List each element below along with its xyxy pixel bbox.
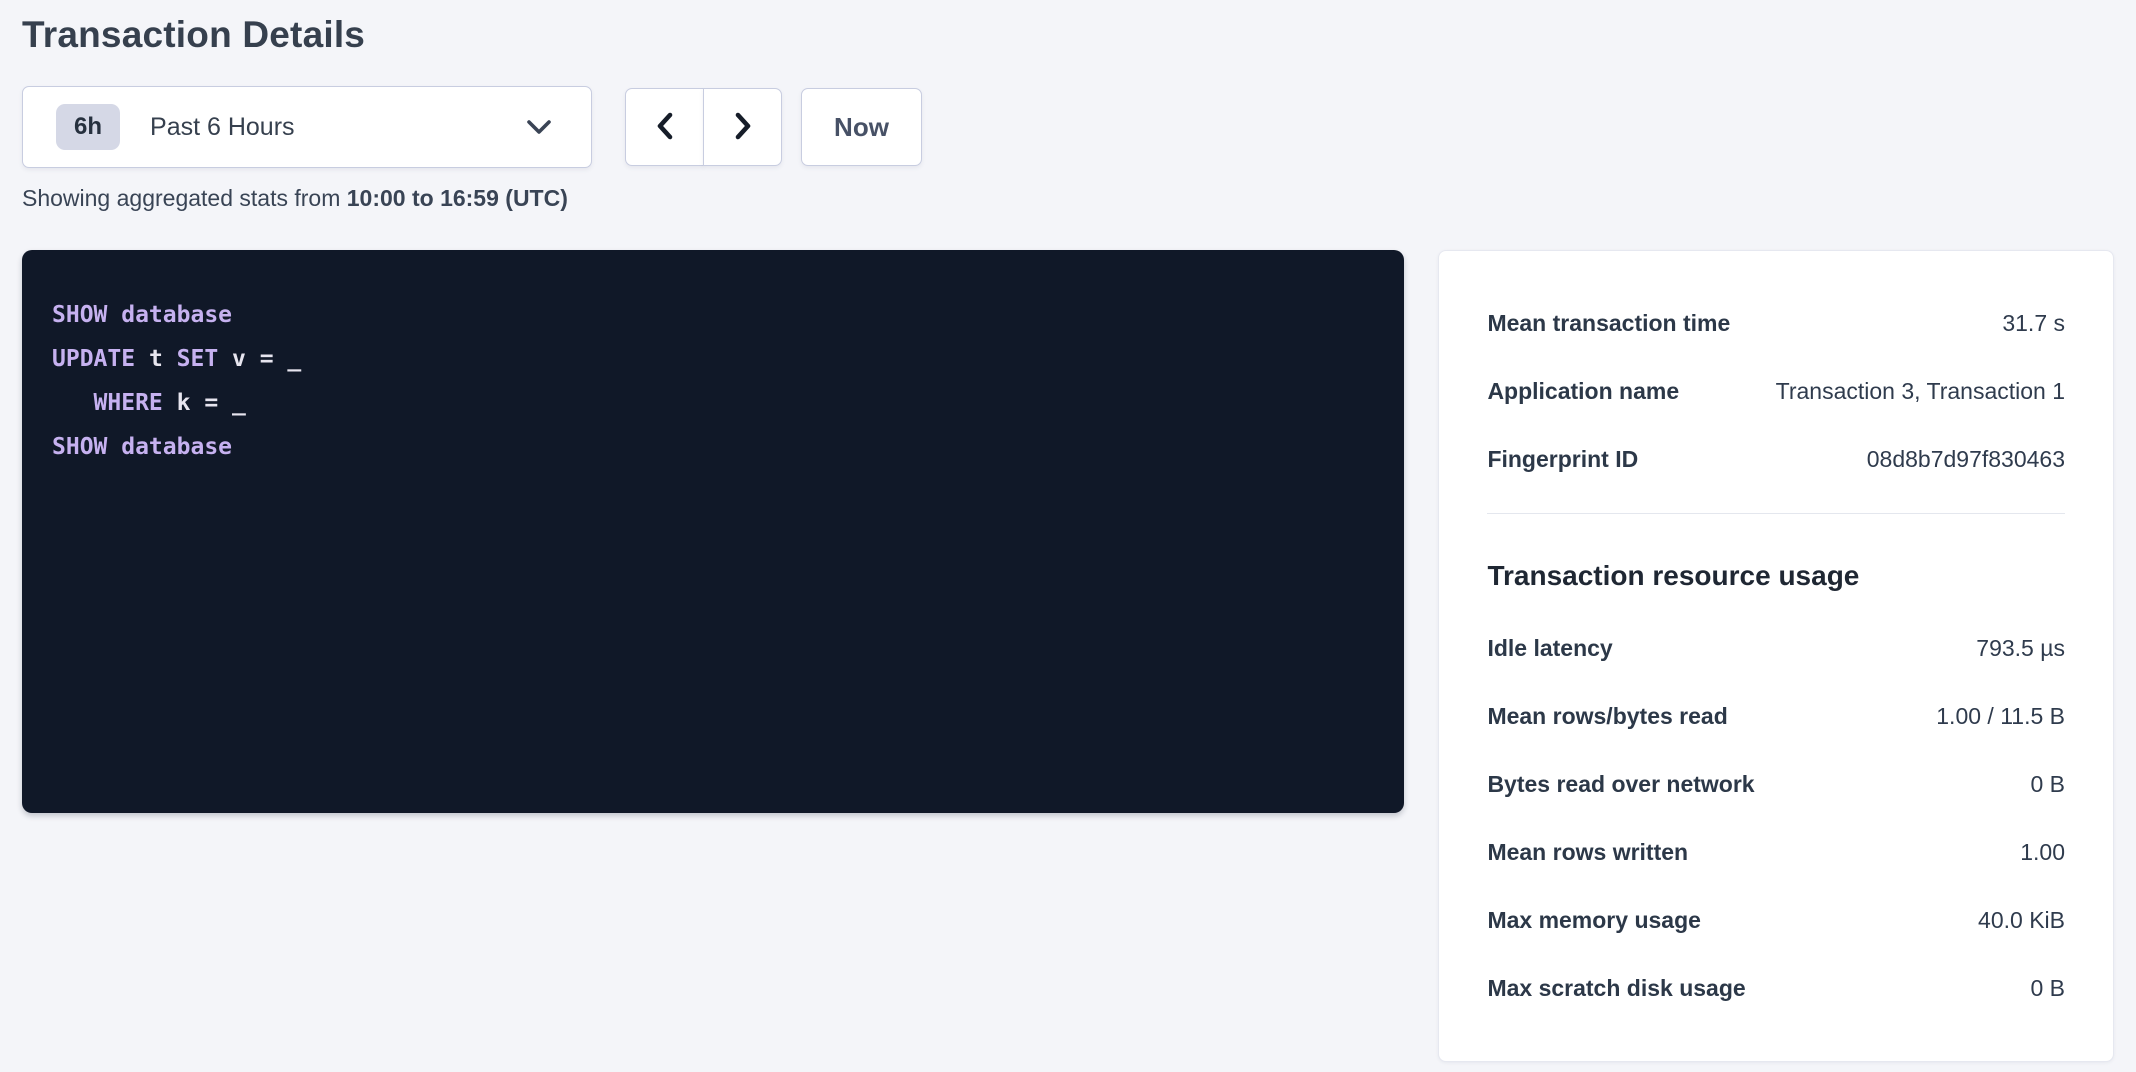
stats-caption-prefix: Showing aggregated stats from: [22, 185, 347, 211]
chevron-left-icon: [653, 110, 677, 145]
sql-token: SET: [177, 346, 219, 372]
time-range-badge: 6h: [56, 104, 120, 150]
sql-line: SHOW database: [52, 293, 1374, 337]
previous-time-button[interactable]: [625, 88, 704, 166]
stat-row-max-scratch-disk-usage: Max scratch disk usage 0 B: [1487, 974, 2065, 1002]
sql-line: WHERE k = _: [52, 381, 1374, 425]
stat-value: 0 B: [2030, 974, 2065, 1002]
stat-row-fingerprint-id: Fingerprint ID 08d8b7d97f830463: [1487, 445, 2065, 473]
stat-label: Fingerprint ID: [1487, 445, 1662, 473]
stat-row-max-memory-usage: Max memory usage 40.0 KiB: [1487, 906, 2065, 934]
sql-token: [52, 390, 94, 416]
resource-usage-section-title: Transaction resource usage: [1487, 560, 2065, 592]
next-time-button[interactable]: [703, 88, 782, 166]
sql-token: SHOW database: [52, 302, 232, 328]
sql-line: UPDATE t SET v = _: [52, 337, 1374, 381]
stat-label: Mean transaction time: [1487, 309, 1754, 337]
time-range-label: Past 6 Hours: [150, 113, 295, 142]
transaction-details-page: Transaction Details 6h Past 6 Hours: [0, 0, 2136, 1062]
main-content: SHOW database UPDATE t SET v = _ WHERE k …: [22, 250, 2114, 1062]
sql-token: k = _: [163, 390, 246, 416]
stat-value: 1.00: [2020, 838, 2065, 866]
time-toolbar: 6h Past 6 Hours: [22, 86, 2114, 168]
sql-statement-box: SHOW database UPDATE t SET v = _ WHERE k …: [22, 250, 1404, 813]
sql-token: t: [135, 346, 177, 372]
chevron-right-icon: [731, 110, 755, 145]
sql-token: UPDATE: [52, 346, 135, 372]
stat-label: Bytes read over network: [1487, 770, 1778, 798]
time-nav-group: [625, 88, 782, 166]
stat-label: Max scratch disk usage: [1487, 974, 1769, 1002]
stat-label: Idle latency: [1487, 634, 1636, 662]
chevron-down-icon: [525, 118, 553, 136]
time-range-select[interactable]: 6h Past 6 Hours: [22, 86, 592, 168]
stats-caption-range: 10:00 to 16:59 (UTC): [347, 185, 568, 211]
sql-token: SHOW database: [52, 434, 232, 460]
stat-label: Mean rows/bytes read: [1487, 702, 1751, 730]
sql-line: SHOW database: [52, 425, 1374, 469]
sql-token: WHERE: [94, 390, 163, 416]
stat-row-mean-rows-bytes-read: Mean rows/bytes read 1.00 / 11.5 B: [1487, 702, 2065, 730]
stat-value: 1.00 / 11.5 B: [1936, 702, 2065, 730]
stat-value: 31.7 s: [2002, 309, 2065, 337]
stat-row-bytes-read-over-network: Bytes read over network 0 B: [1487, 770, 2065, 798]
stat-row-idle-latency: Idle latency 793.5 µs: [1487, 634, 2065, 662]
stat-row-mean-rows-written: Mean rows written 1.00: [1487, 838, 2065, 866]
transaction-stats-card: Mean transaction time 31.7 s Application…: [1438, 250, 2114, 1062]
sql-statement: SHOW database UPDATE t SET v = _ WHERE k …: [52, 293, 1374, 469]
stat-label: Mean rows written: [1487, 838, 1712, 866]
stat-value: 793.5 µs: [1976, 634, 2065, 662]
page-title: Transaction Details: [22, 14, 2114, 56]
stat-value: 40.0 KiB: [1978, 906, 2065, 934]
now-button[interactable]: Now: [801, 88, 922, 166]
stat-label: Application name: [1487, 377, 1703, 405]
stat-value: Transaction 3, Transaction 1: [1776, 377, 2065, 405]
sql-token: v = _: [218, 346, 301, 372]
stats-caption: Showing aggregated stats from 10:00 to 1…: [22, 185, 2114, 212]
stat-value: 08d8b7d97f830463: [1867, 445, 2065, 473]
stat-row-application-name: Application name Transaction 3, Transact…: [1487, 377, 2065, 405]
stat-row-mean-transaction-time: Mean transaction time 31.7 s: [1487, 309, 2065, 337]
card-divider: [1487, 513, 2065, 514]
stat-value: 0 B: [2030, 770, 2065, 798]
stat-label: Max memory usage: [1487, 906, 1724, 934]
